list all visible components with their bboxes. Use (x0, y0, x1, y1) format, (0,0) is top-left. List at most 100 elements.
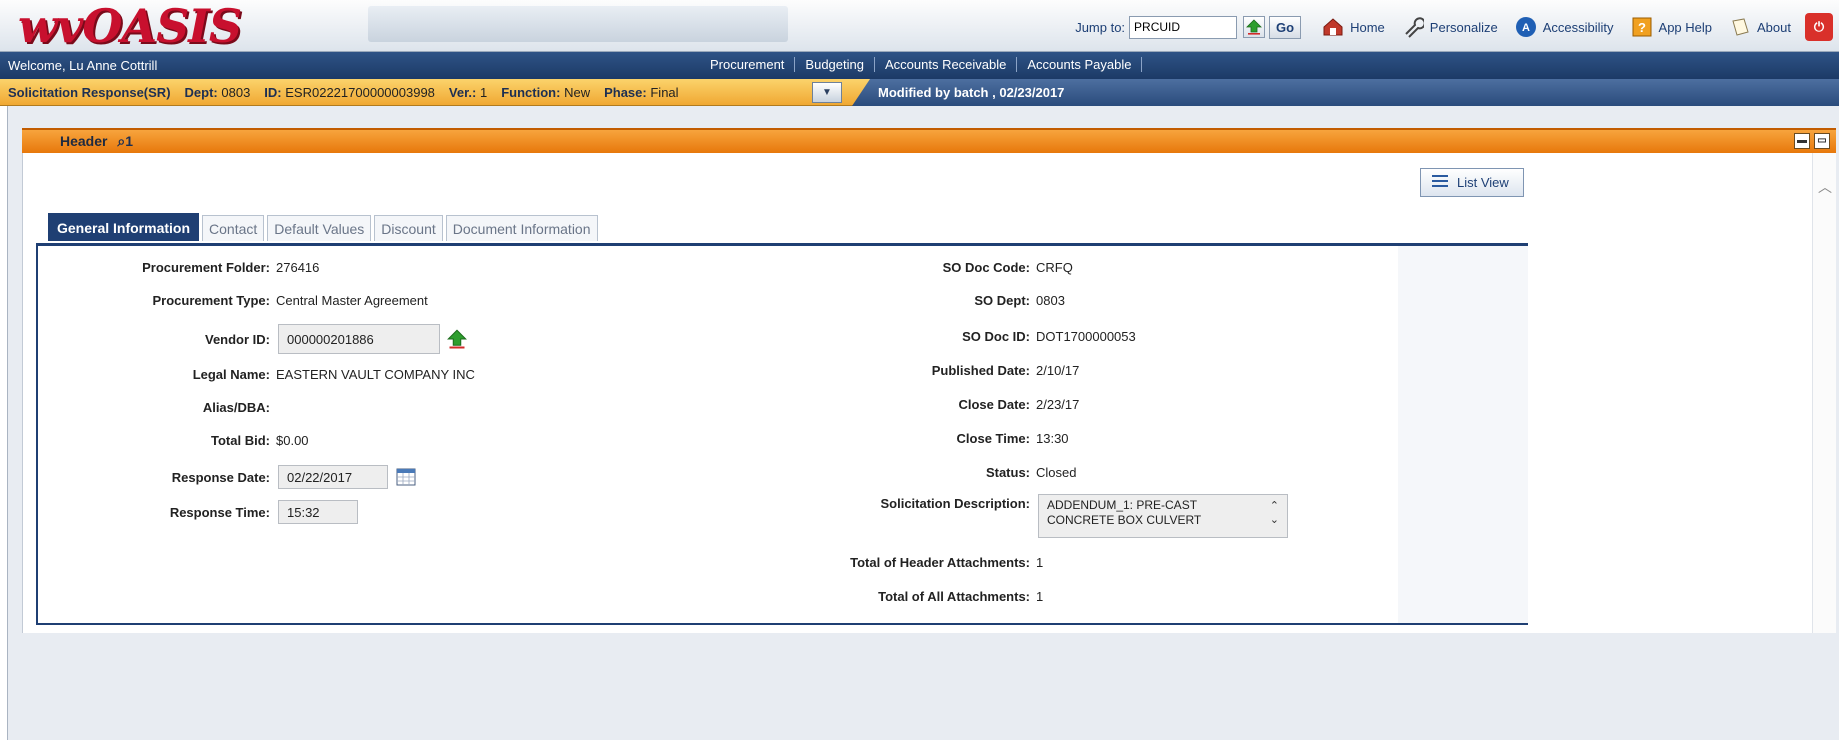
tab-contact[interactable]: Contact (202, 215, 265, 241)
doc-function: Function: New (501, 85, 591, 100)
doc-type: Solicitation Response(SR) (8, 85, 171, 100)
chevron-up-icon[interactable]: ⌃ (1270, 499, 1279, 513)
status-label: Status: (985, 464, 1030, 480)
chevron-down-icon[interactable]: ⌄ (1270, 513, 1279, 527)
power-icon[interactable]: ⏻ (1805, 13, 1833, 41)
list-icon (1431, 174, 1449, 191)
tab-discount[interactable]: Discount (374, 215, 443, 241)
go-button[interactable]: Go (1269, 15, 1302, 39)
home-link[interactable]: Home (1321, 15, 1385, 39)
svg-text:?: ? (1638, 20, 1646, 35)
doc-version: Ver.: 1 (448, 85, 488, 100)
response-date-input[interactable]: 02/22/2017 (278, 465, 388, 489)
wrench-icon (1401, 15, 1425, 39)
so-doc-code-value: CRFQ (1036, 259, 1073, 275)
accessibility-label: Accessibility (1542, 19, 1614, 35)
calendar-icon[interactable] (396, 468, 416, 486)
legal-name-field: Legal Name: EASTERN VAULT COMPANY INC (50, 362, 475, 386)
help-icon: ? (1630, 15, 1654, 39)
attachment-link[interactable]: ⌕1 (117, 133, 133, 149)
description-line-2: CONCRETE BOX CULVERT (1047, 513, 1202, 527)
document-bar: Solicitation Response(SR) Dept: 0803 ID:… (0, 79, 1839, 106)
total-all-attachments-label: Total of All Attachments: (878, 588, 1030, 604)
status-field: Status: Closed (740, 460, 1077, 484)
total-bid-label: Total Bid: (211, 432, 270, 448)
response-time-label: Response Time: (169, 504, 270, 520)
total-bid-field: Total Bid: $0.00 (50, 428, 309, 452)
procurement-type-value: Central Master Agreement (276, 292, 428, 308)
app-help-label: App Help (1658, 19, 1713, 35)
vertical-scrollbar[interactable]: ︿ (1812, 153, 1836, 633)
close-time-label: Close Time: (956, 430, 1030, 446)
tab-default-values[interactable]: Default Values (267, 215, 372, 241)
close-date-label: Close Date: (958, 396, 1030, 412)
module-budgeting[interactable]: Budgeting (795, 57, 875, 72)
doc-dropdown-button[interactable]: ▼ (812, 82, 842, 103)
list-view-button[interactable]: List View (1420, 168, 1524, 197)
tab-document-information[interactable]: Document Information (445, 215, 598, 241)
legal-name-label: Legal Name: (192, 366, 270, 382)
description-line-1: ADDENDUM_1: PRE-CAST (1047, 498, 1198, 512)
header-tabs: General Information Contact Default Valu… (48, 213, 601, 241)
vendor-id-label: Vendor ID: (204, 331, 270, 347)
jump-lookup-button[interactable] (1243, 16, 1266, 38)
home-label: Home (1350, 19, 1385, 35)
window-left-edge (0, 106, 8, 740)
response-time-field: Response Time: 15:32 (50, 500, 358, 524)
response-date-field: Response Date: 02/22/2017 (50, 465, 416, 489)
status-value: Closed (1036, 464, 1077, 480)
jump-to-label: Jump to: (1075, 19, 1126, 35)
personalize-link[interactable]: Personalize (1401, 15, 1498, 39)
so-doc-id-value: DOT1700000053 (1036, 328, 1136, 344)
total-bid-value: $0.00 (276, 432, 309, 448)
so-dept-value: 0803 (1036, 292, 1065, 308)
close-time-value: 13:30 (1036, 430, 1069, 446)
module-procurement[interactable]: Procurement (700, 57, 796, 72)
home-icon (1321, 15, 1345, 39)
about-link[interactable]: About (1728, 15, 1791, 39)
accessibility-link[interactable]: A Accessibility (1514, 15, 1614, 39)
module-accounts-receivable[interactable]: Accounts Receivable (875, 57, 1018, 72)
total-header-attachments-field: Total of Header Attachments: 1 (740, 550, 1043, 574)
nav-bar: Welcome, Lu Anne Cottrill Procurement Bu… (0, 52, 1839, 79)
logo-banner (368, 6, 788, 42)
vendor-id-input[interactable]: 000000201886 (278, 324, 440, 354)
about-label: About (1757, 19, 1791, 35)
modified-by-text: Modified by batch , 02/23/2017 (852, 79, 1839, 106)
app-help-link[interactable]: ? App Help (1630, 15, 1712, 39)
procurement-type-field: Procurement Type: Central Master Agreeme… (50, 288, 428, 312)
jump-to-input[interactable] (1129, 15, 1238, 39)
response-time-input[interactable]: 15:32 (278, 500, 358, 524)
scroll-up-icon[interactable]: ︿ (1818, 177, 1832, 197)
procurement-type-label: Procurement Type: (152, 292, 270, 308)
solicitation-description-label: Solicitation Description: (880, 496, 1030, 511)
doc-id: ID: ESR02221700000003998 (264, 85, 435, 100)
close-date-value: 2/23/17 (1036, 396, 1080, 412)
module-nav: Procurement Budgeting Accounts Receivabl… (700, 57, 1143, 72)
legal-name-value: EASTERN VAULT COMPANY INC (276, 366, 475, 382)
so-dept-label: SO Dept: (974, 292, 1030, 308)
so-doc-code-field: SO Doc Code: CRFQ (740, 255, 1073, 279)
accessibility-icon: A (1514, 15, 1538, 39)
upload-arrow-icon (447, 329, 467, 349)
top-bar: wvOASIS Jump to: Go Home Personalize A A… (0, 0, 1839, 53)
header-panel-title-bar: Header ⌕1 ▬ ▭ (22, 128, 1836, 153)
so-doc-code-label: SO Doc Code: (942, 259, 1030, 275)
alias-field: Alias/DBA: (50, 395, 276, 419)
list-view-label: List View (1457, 175, 1509, 190)
svg-text:A: A (1522, 22, 1530, 34)
procurement-folder-label: Procurement Folder: (142, 259, 270, 275)
vendor-id-field: Vendor ID: 000000201886 (50, 324, 468, 354)
welcome-text: Welcome, Lu Anne Cottrill (8, 58, 158, 73)
tab-general-information[interactable]: General Information (48, 213, 200, 241)
solicitation-description-textarea[interactable]: ADDENDUM_1: PRE-CAST CONCRETE BOX CULVER… (1038, 494, 1288, 538)
global-toolbar: Jump to: Go Home Personalize A Accessibi… (1075, 13, 1839, 41)
response-date-label: Response Date: (171, 469, 270, 485)
vendor-lookup-button[interactable] (446, 328, 468, 350)
so-doc-id-field: SO Doc ID: DOT1700000053 (740, 324, 1136, 348)
close-time-field: Close Time: 13:30 (740, 426, 1069, 450)
minimize-icon[interactable]: ▬ (1794, 133, 1810, 149)
collapse-icon[interactable]: ▭ (1814, 133, 1830, 149)
module-accounts-payable[interactable]: Accounts Payable (1017, 57, 1143, 72)
total-all-attachments-field: Total of All Attachments: 1 (740, 584, 1043, 608)
